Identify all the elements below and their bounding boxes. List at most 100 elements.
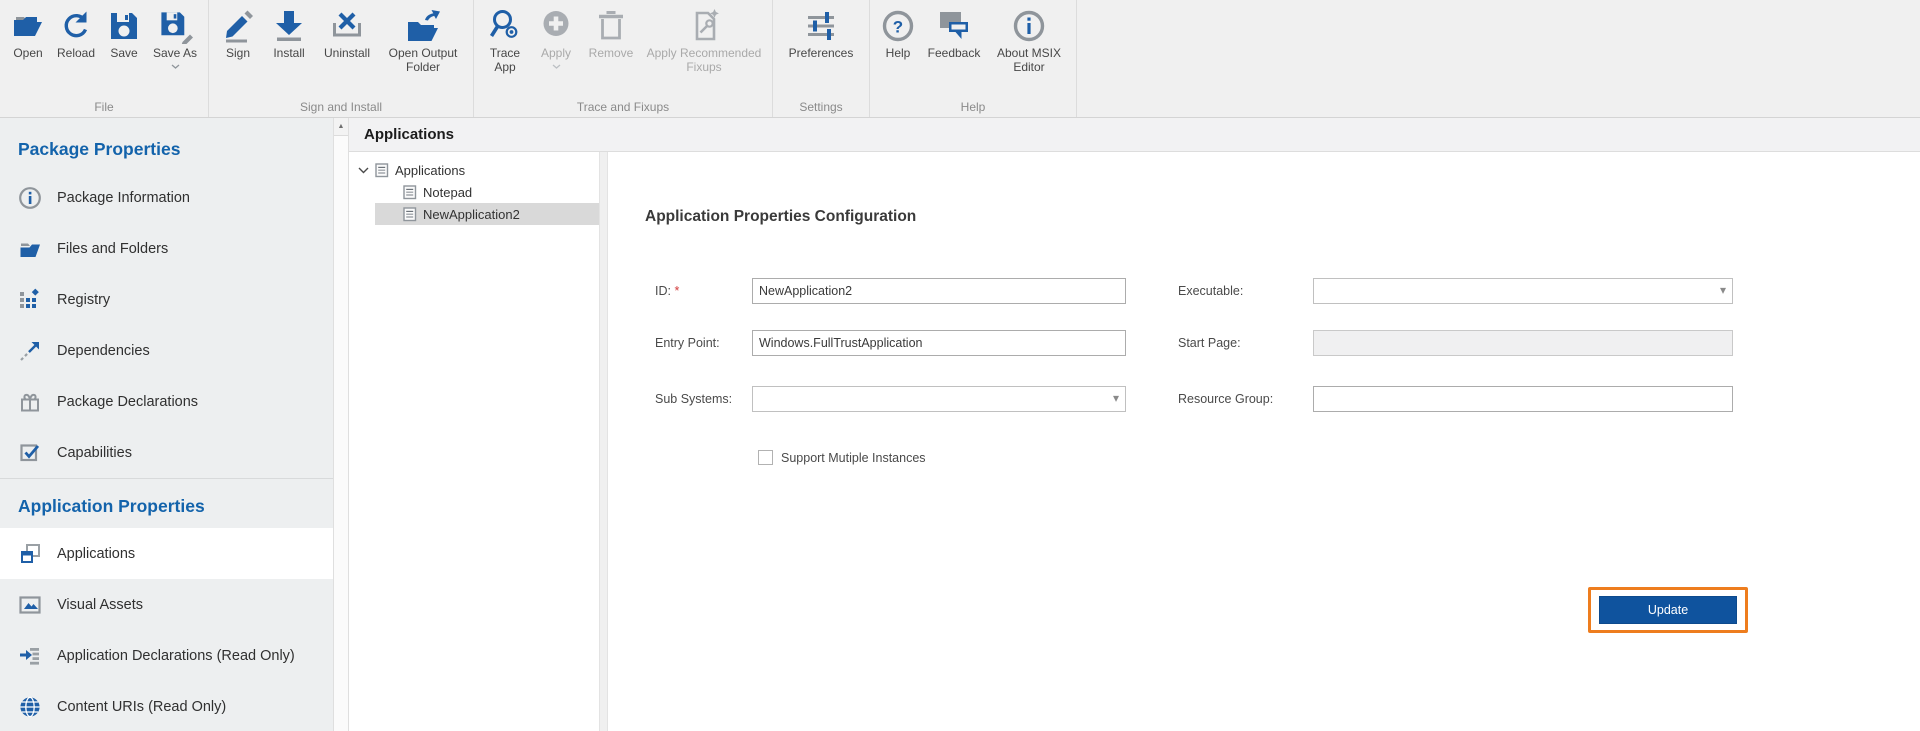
tree-item-newapplication2[interactable]: NewApplication2	[375, 203, 599, 225]
uninstall-button[interactable]: Uninstall	[316, 7, 378, 61]
arrow-into-list-icon	[18, 644, 42, 668]
apply-recommended-fixups-button-label: Apply Recommended Fixups	[641, 47, 767, 74]
sidebar-item-label: Files and Folders	[57, 241, 168, 257]
sidebar-item-application-declarations[interactable]: Application Declarations (Read Only)	[0, 630, 333, 681]
about-msix-editor-button[interactable]: About MSIX Editor	[987, 7, 1071, 74]
sidebar-item-dependencies[interactable]: Dependencies	[0, 325, 333, 376]
sidebar-item-label: Content URIs (Read Only)	[57, 699, 226, 715]
sub-systems-combobox[interactable]: ▾	[752, 386, 1126, 412]
sidebar-item-package-information[interactable]: Package Information	[0, 172, 333, 223]
save-as-icon	[157, 8, 193, 44]
recommended-fixups-icon	[686, 8, 722, 44]
app-windows-icon	[18, 542, 42, 566]
help-button[interactable]: ? Help	[875, 7, 921, 61]
help-button-label: Help	[886, 47, 911, 61]
support-multiple-instances-label: Support Mutiple Instances	[781, 451, 926, 465]
reload-button[interactable]: Reload	[51, 7, 101, 61]
tree-item-notepad[interactable]: Notepad	[375, 181, 599, 203]
uninstall-x-icon	[329, 8, 365, 44]
sign-button-label: Sign	[226, 47, 250, 61]
sidebar-item-label: Applications	[57, 546, 135, 562]
feedback-button[interactable]: Feedback	[921, 7, 987, 61]
resource-group-label: Resource Group:	[1178, 392, 1273, 406]
main-area: Applications Applications	[349, 118, 1920, 731]
open-button-label: Open	[13, 47, 42, 61]
save-button-label: Save	[110, 47, 137, 61]
tree-item-applications-root[interactable]: Applications	[349, 159, 599, 181]
document-icon	[403, 207, 417, 222]
dependencies-arrow-icon	[18, 339, 42, 363]
chevron-down-icon	[552, 64, 561, 69]
dropdown-arrow-icon: ▾	[1720, 283, 1726, 297]
sidebar-item-label: Registry	[57, 292, 110, 308]
tree-item-label: NewApplication2	[423, 207, 520, 222]
resource-group-field[interactable]	[1313, 386, 1733, 412]
ribbon-group-file: Open Reload Save	[0, 0, 209, 117]
click-highlight-box: Update	[1588, 587, 1748, 633]
required-asterisk: *	[674, 284, 679, 298]
apply-button: Apply	[531, 7, 581, 69]
preferences-sliders-icon	[803, 8, 839, 44]
sidebar-item-label: Dependencies	[57, 343, 150, 359]
image-icon	[18, 593, 42, 617]
sidebar-item-label: Visual Assets	[57, 597, 143, 613]
executable-label: Executable:	[1178, 284, 1243, 298]
save-as-button[interactable]: Save As	[147, 7, 203, 69]
preferences-button-label: Preferences	[789, 47, 854, 61]
sidebar-section-package-properties: Package Properties	[0, 118, 333, 172]
ribbon-group-trace-fixups-label: Trace and Fixups	[474, 100, 772, 114]
sidebar-item-files-and-folders[interactable]: Files and Folders	[0, 223, 333, 274]
sidebar-item-label: Application Declarations (Read Only)	[57, 648, 295, 664]
remove-button-label: Remove	[589, 47, 634, 61]
sidebar-item-capabilities[interactable]: Capabilities	[0, 427, 333, 478]
sidebar-item-registry[interactable]: Registry	[0, 274, 333, 325]
trace-app-button[interactable]: Trace App	[479, 7, 531, 74]
open-folder-icon	[10, 8, 46, 44]
document-icon	[403, 185, 417, 200]
install-button[interactable]: Install	[262, 7, 316, 61]
panel-splitter[interactable]	[600, 152, 608, 731]
feedback-button-label: Feedback	[928, 47, 981, 61]
sidebar-item-visual-assets[interactable]: Visual Assets	[0, 579, 333, 630]
sidebar-item-package-declarations[interactable]: Package Declarations	[0, 376, 333, 427]
install-button-label: Install	[273, 47, 304, 61]
sidebar-item-label: Package Declarations	[57, 394, 198, 410]
package-info-icon	[18, 186, 42, 210]
sub-systems-label: Sub Systems:	[655, 392, 732, 406]
start-page-field	[1313, 330, 1733, 356]
entry-point-field[interactable]	[752, 330, 1126, 356]
save-button[interactable]: Save	[101, 7, 147, 61]
form-title: Application Properties Configuration	[645, 208, 916, 226]
update-button[interactable]: Update	[1599, 596, 1737, 624]
preferences-button[interactable]: Preferences	[778, 7, 864, 61]
sidebar-item-label: Capabilities	[57, 445, 132, 461]
support-multiple-instances-checkbox[interactable]	[758, 450, 773, 465]
reload-button-label: Reload	[57, 47, 95, 61]
trace-app-button-label: Trace App	[479, 47, 531, 74]
open-button[interactable]: Open	[5, 7, 51, 61]
feedback-bubble-icon	[936, 8, 972, 44]
sidebar-item-content-uris[interactable]: Content URIs (Read Only)	[0, 681, 333, 731]
id-field[interactable]	[752, 278, 1126, 304]
executable-combobox[interactable]: ▾	[1313, 278, 1733, 304]
ribbon-toolbar: Open Reload Save	[0, 0, 1920, 118]
globe-icon	[18, 695, 42, 719]
open-output-folder-button-label: Open Output Folder	[378, 47, 468, 74]
sidebar: Package Properties Package Information F…	[0, 118, 333, 731]
ribbon-group-file-label: File	[0, 100, 208, 114]
svg-text:?: ?	[893, 18, 903, 37]
registry-icon	[18, 288, 42, 312]
sidebar-item-applications[interactable]: Applications	[0, 528, 333, 579]
sign-button[interactable]: Sign	[214, 7, 262, 61]
tree-item-label: Notepad	[423, 185, 472, 200]
trace-app-magnifier-icon	[487, 8, 523, 44]
remove-button: Remove	[581, 7, 641, 61]
open-output-folder-icon	[405, 8, 441, 44]
sidebar-scrollbar[interactable]: ▲	[333, 118, 349, 731]
scrollbar-up-arrow-icon[interactable]: ▲	[334, 118, 348, 136]
open-output-folder-button[interactable]: Open Output Folder	[378, 7, 468, 74]
ribbon-group-help: ? Help Feedback About MSIX Editor Help	[870, 0, 1077, 117]
ribbon-group-settings: Preferences Settings	[773, 0, 870, 117]
chevron-down-icon[interactable]	[358, 167, 369, 174]
save-icon	[106, 8, 142, 44]
